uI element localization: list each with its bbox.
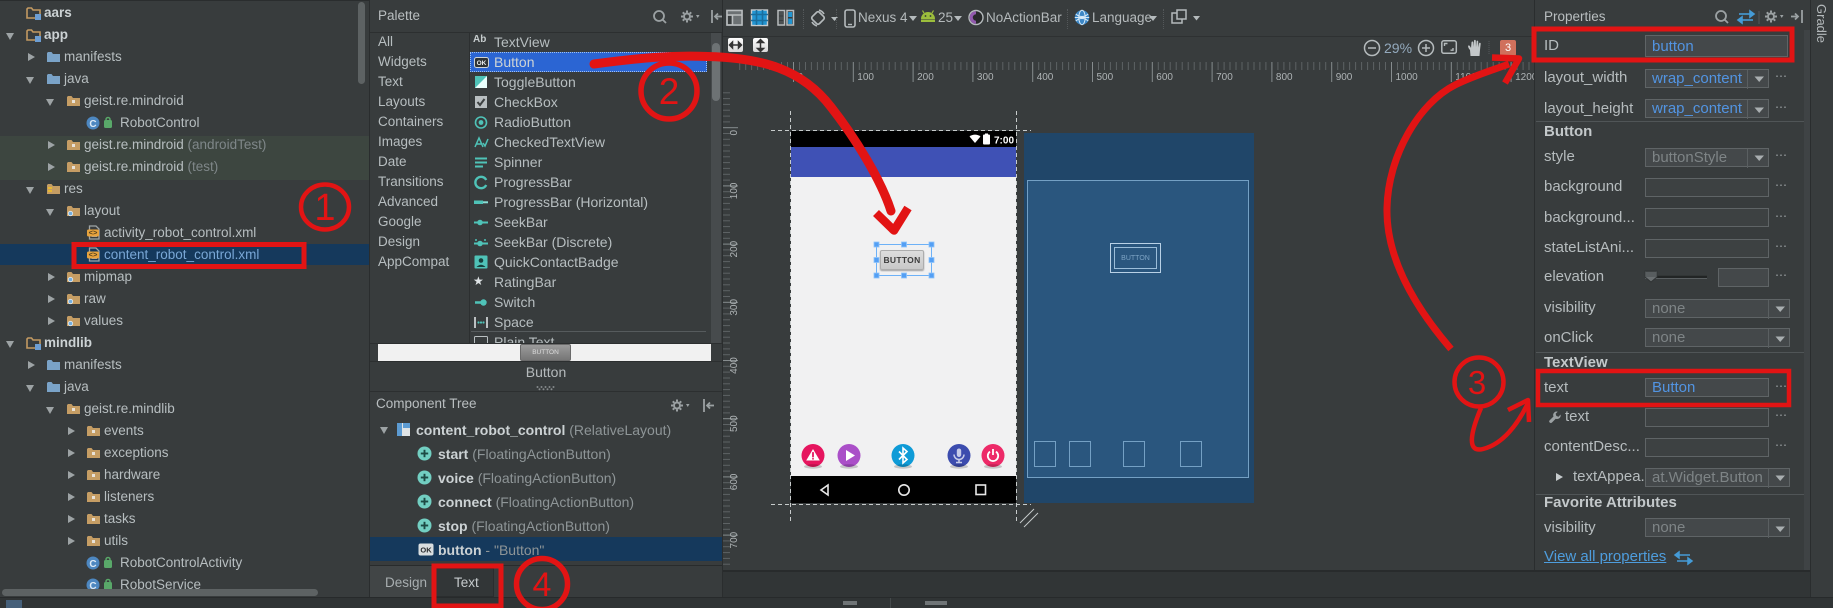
svg-text:4: 4: [533, 566, 552, 604]
svg-text:2: 2: [659, 71, 680, 112]
svg-text:3: 3: [1468, 364, 1486, 401]
svg-text:1: 1: [314, 187, 335, 229]
